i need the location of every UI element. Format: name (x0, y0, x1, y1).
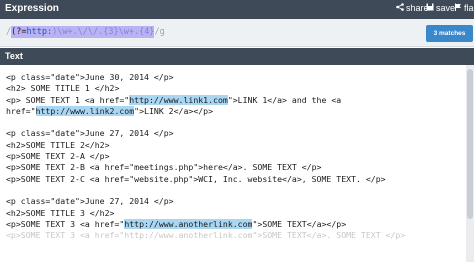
text-section-header: Text (0, 48, 474, 65)
text-line: <h2>SOME TITLE 3 </h2> (6, 208, 405, 219)
text-line: <h2> SOME TITLE 1 </h2> (6, 83, 405, 94)
lookahead-text: http: (26, 27, 53, 37)
expression-pattern: (?=http:)\w+.\/\/.{3}\w+.{4} (11, 26, 155, 38)
text-segment: <p class="date">June 30, 2014 </p> (6, 72, 174, 82)
expression-flags[interactable]: g (160, 27, 165, 37)
text-editor[interactable]: <p class="date">June 30, 2014 </p> <h2> S… (0, 65, 465, 262)
lookahead-open: (?= (11, 27, 27, 37)
save-button[interactable]: save (426, 3, 455, 13)
save-label: save (436, 3, 456, 13)
text-segment: ">LINK 2</a></p> (134, 105, 214, 116)
text-segment: ">SOME TEXT</a></p> (252, 218, 347, 229)
text-line: <p class="date">June 30, 2014 </p> (6, 72, 405, 83)
text-line: <p>SOME TEXT 2-A </p> (6, 151, 405, 162)
match-highlight: http://www.link1.com (129, 94, 228, 105)
text-line: <p>SOME TEXT 2-C <a href="website.php">W… (6, 174, 405, 185)
save-icon (426, 3, 434, 13)
scrollbar-thumb[interactable] (467, 69, 473, 219)
text-segment: <p>SOME TEXT 2-C <a href="website.php">W… (6, 173, 386, 184)
text-line: <p> SOME TEXT 1 <a href="http://www.link… (6, 94, 405, 106)
share-button[interactable]: share (396, 3, 429, 13)
flag-label: fla (464, 3, 474, 13)
text-line: href="http://www.link2.com">LINK 2</a></… (6, 105, 405, 117)
text-segment: <p>SOME TEXT 2-A </p> (6, 151, 110, 162)
text-segment: <p> SOME TEXT 1 <a href=" (6, 94, 130, 105)
text-line: <p class="date">June 27, 2014 </p> (6, 128, 405, 139)
text-line: <p>SOME TEXT 2-B <a href="meetings.php">… (6, 162, 405, 173)
text-line: <p>SOME TEXT 3 <a href="http://www.anoth… (6, 218, 405, 230)
pattern-rest: )\w+.\/\/.{3}\w+.{4} (52, 27, 155, 37)
text-line (6, 185, 405, 196)
text-segment: <p class="date">June 27, 2014 </p> (6, 196, 174, 207)
text-section-title: Text (5, 51, 23, 61)
match-count-badge: 3 matches (426, 25, 473, 42)
text-scrollbar[interactable] (466, 65, 474, 262)
expression-title: Expression (5, 3, 59, 14)
text-segment: <h2>SOME TITLE 2</h2> (6, 139, 110, 150)
text-segment: <p>SOME TEXT 2-B <a href="meetings.php">… (6, 162, 322, 173)
flag-button[interactable]: fla (454, 3, 474, 13)
expression-bar: /(?=http:)\w+.\/\/.{3}\w+.{4}/g (0, 19, 474, 47)
share-icon (396, 3, 404, 13)
flag-icon (454, 3, 462, 13)
expression-input[interactable]: /(?=http:)\w+.\/\/.{3}\w+.{4}/g (6, 26, 165, 38)
text-segment: ">LINK 1</a> and the <a (227, 94, 342, 105)
text-segment: <h2>SOME TITLE 3 </h2> (6, 207, 115, 218)
text-segment: <p class="date">June 27, 2014 </p> (6, 128, 174, 139)
text-segment: href=" (6, 105, 36, 116)
expression-header: Expression share save fla (0, 0, 474, 19)
text-segment: <p>SOME TEXT 3 <a href=" (6, 218, 125, 229)
text-line: <h2>SOME TITLE 2</h2> (6, 140, 405, 151)
text-segment: <p>SOME TEXT 3 <a href="http://www.anoth… (6, 230, 406, 241)
text-line: <p class="date">June 27, 2014 </p> (6, 196, 405, 207)
text-line: <p>SOME TEXT 3 <a href="http://www.anoth… (6, 230, 405, 241)
match-highlight: http://www.link2.com (35, 105, 135, 116)
text-segment: <h2> SOME TITLE 1 </h2> (6, 83, 120, 94)
text-line (6, 117, 405, 128)
match-highlight: http://www.anotherlink.com (124, 218, 253, 229)
text-content: <p class="date">June 30, 2014 </p> <h2> S… (6, 72, 405, 241)
